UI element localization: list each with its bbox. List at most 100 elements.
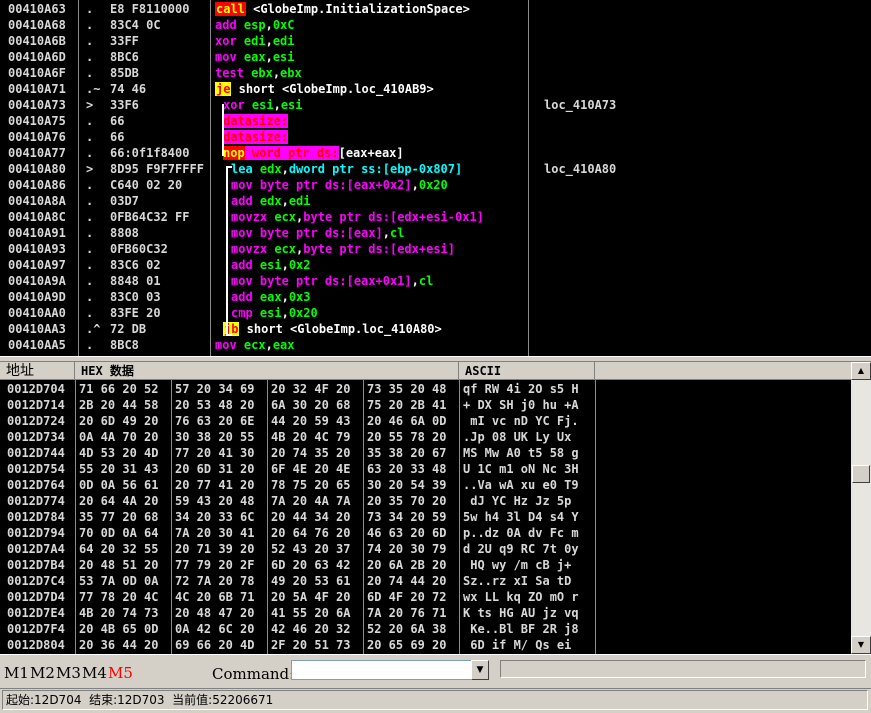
disasm-instruction[interactable]: jb short <GlobeImp.loc_410A80> <box>223 321 442 337</box>
disasm-address[interactable]: 00410AA0 <box>8 305 66 321</box>
m3-button[interactable]: M3 <box>56 664 81 682</box>
dump-row[interactable]: 0012D744 4D 53 20 4D 77 20 41 30 20 74 35 2… <box>0 445 851 461</box>
disasm-marker[interactable]: . <box>86 273 93 289</box>
disasm-comment[interactable]: loc_410A73 <box>544 97 616 113</box>
disasm-address[interactable]: 00410A93 <box>8 241 66 257</box>
dump-row[interactable]: 0012D724 20 6D 49 20 76 63 20 6E 44 20 59 4… <box>0 413 851 429</box>
disasm-hex-bytes[interactable]: 03D7 <box>110 193 139 209</box>
disasm-instruction[interactable]: mov byte ptr ds:[eax],cl <box>231 225 404 241</box>
m4-button[interactable]: M4 <box>82 664 107 682</box>
disasm-instruction[interactable]: mov eax,esi <box>215 49 295 65</box>
disasm-hex-bytes[interactable]: 66 <box>110 113 124 129</box>
disasm-marker[interactable]: . <box>86 113 93 129</box>
scroll-up-button[interactable]: ▲ <box>851 362 871 380</box>
disasm-address[interactable]: 00410A8A <box>8 193 66 209</box>
disasm-marker[interactable]: . <box>86 65 93 81</box>
disasm-hex-bytes[interactable]: 83C6 02 <box>110 257 161 273</box>
disasm-address[interactable]: 00410A80 <box>8 161 66 177</box>
disasm-hex-bytes[interactable]: 8848 01 <box>110 273 161 289</box>
disasm-hex-bytes[interactable]: 85DB <box>110 65 139 81</box>
disasm-instruction[interactable]: datasize: <box>223 129 289 145</box>
disasm-instruction[interactable]: movzx ecx,byte ptr ds:[edx+esi-0x1] <box>231 209 484 225</box>
disasm-hex-bytes[interactable]: 66 <box>110 129 124 145</box>
disasm-address[interactable]: 00410A91 <box>8 225 66 241</box>
disasm-address[interactable]: 00410A97 <box>8 257 66 273</box>
hex-dump-pane[interactable]: 地址 HEX 数据 ASCII 0012D704 71 66 20 52 57 20… <box>0 362 871 654</box>
disasm-address[interactable]: 00410A77 <box>8 145 66 161</box>
disasm-hex-bytes[interactable]: 74 46 <box>110 81 146 97</box>
disasm-hex-bytes[interactable]: 0FB60C32 <box>110 241 168 257</box>
disasm-marker[interactable]: . <box>86 129 93 145</box>
dump-row[interactable]: 0012D704 71 66 20 52 57 20 34 69 20 32 4F 2… <box>0 381 851 397</box>
disasm-hex-bytes[interactable]: 33FF <box>110 33 139 49</box>
dump-body[interactable]: 0012D704 71 66 20 52 57 20 34 69 20 32 4F 2… <box>0 380 851 654</box>
disasm-address[interactable]: 00410A68 <box>8 17 66 33</box>
disasm-marker[interactable]: . <box>86 305 93 321</box>
disasm-marker[interactable]: . <box>86 33 93 49</box>
disasm-address[interactable]: 00410AA5 <box>8 337 66 353</box>
disasm-instruction[interactable]: mov byte ptr ds:[eax+0x2],0x20 <box>231 177 448 193</box>
disasm-instruction[interactable]: lea edx,dword ptr ss:[ebp-0x807] <box>231 161 462 177</box>
disasm-marker[interactable]: . <box>86 289 93 305</box>
scroll-down-button[interactable]: ▼ <box>851 636 871 654</box>
disasm-hex-bytes[interactable]: 33F6 <box>110 97 139 113</box>
dump-row[interactable]: 0012D714 2B 20 44 58 20 53 48 20 6A 30 20 6… <box>0 397 851 413</box>
m2-button[interactable]: M2 <box>30 664 55 682</box>
disasm-hex-bytes[interactable]: 8D95 F9F7FFFF <box>110 161 204 177</box>
disasm-instruction[interactable]: call <GlobeImp.InitializationSpace> <box>215 1 470 17</box>
disasm-hex-bytes[interactable]: 66:0f1f8400 <box>110 145 189 161</box>
disasm-address[interactable]: 00410A71 <box>8 81 66 97</box>
disasm-instruction[interactable]: nop word ptr ds:[eax+eax] <box>223 145 404 161</box>
scroll-thumb[interactable] <box>852 465 870 483</box>
m5-button[interactable]: M5 <box>108 664 133 682</box>
disasm-marker[interactable]: .~ <box>86 81 100 97</box>
dump-row[interactable]: 0012D7B4 20 48 51 20 77 79 20 2F 6D 20 63 4… <box>0 557 851 573</box>
command-input[interactable] <box>291 660 477 680</box>
dump-row[interactable]: 0012D794 70 0D 0A 64 7A 20 30 41 20 64 76 2… <box>0 525 851 541</box>
dump-row[interactable]: 0012D7A4 64 20 32 55 20 71 39 20 52 43 20 3… <box>0 541 851 557</box>
disasm-marker[interactable]: . <box>86 337 93 353</box>
dump-row[interactable]: 0012D754 55 20 31 43 20 6D 31 20 6F 4E 20 4… <box>0 461 851 477</box>
disasm-instruction[interactable]: movzx ecx,byte ptr ds:[edx+esi] <box>231 241 455 257</box>
dump-row[interactable]: 0012D7F4 20 4B 65 0D 0A 42 6C 20 42 46 20 3… <box>0 621 851 637</box>
disasm-instruction[interactable]: xor edi,edi <box>215 33 295 49</box>
header-hex[interactable]: HEX 数据 <box>75 362 459 380</box>
disasm-instruction[interactable]: test ebx,ebx <box>215 65 302 81</box>
dump-row[interactable]: 0012D734 0A 4A 70 20 30 38 20 55 4B 20 4C 7… <box>0 429 851 445</box>
vertical-scrollbar[interactable]: ▲ ▼ <box>851 362 871 654</box>
disasm-marker[interactable]: . <box>86 241 93 257</box>
dump-row[interactable]: 0012D7C4 53 7A 0D 0A 72 7A 20 78 49 20 53 6… <box>0 573 851 589</box>
disasm-hex-bytes[interactable]: 8808 <box>110 225 139 241</box>
disasm-address[interactable]: 00410A75 <box>8 113 66 129</box>
disasm-hex-bytes[interactable]: 83C4 0C <box>110 17 161 33</box>
disasm-marker[interactable]: . <box>86 209 93 225</box>
disasm-address[interactable]: 00410A63 <box>8 1 66 17</box>
disasm-comment[interactable]: loc_410A80 <box>544 161 616 177</box>
disassembly-pane[interactable]: 00410A63. E8 F8110000 call <GlobeImp.Initi… <box>0 0 871 356</box>
disasm-marker[interactable]: . <box>86 145 93 161</box>
disasm-hex-bytes[interactable]: 8BC6 <box>110 49 139 65</box>
disasm-marker[interactable]: . <box>86 177 93 193</box>
disasm-marker[interactable]: . <box>86 193 93 209</box>
disasm-address[interactable]: 00410A86 <box>8 177 66 193</box>
disasm-instruction[interactable]: datasize: <box>223 113 289 129</box>
disasm-marker[interactable]: . <box>86 49 93 65</box>
disasm-marker[interactable]: .^ <box>86 321 100 337</box>
disasm-instruction[interactable]: add esp,0xC <box>215 17 295 33</box>
disasm-marker[interactable]: . <box>86 17 93 33</box>
disasm-marker[interactable]: . <box>86 1 93 17</box>
disasm-hex-bytes[interactable]: C640 02 20 <box>110 177 182 193</box>
disasm-hex-bytes[interactable]: E8 F8110000 <box>110 1 189 17</box>
disasm-address[interactable]: 00410A8C <box>8 209 66 225</box>
dump-row[interactable]: 0012D7E4 4B 20 74 73 20 48 47 20 41 55 20 6… <box>0 605 851 621</box>
disasm-address[interactable]: 00410A9A <box>8 273 66 289</box>
disasm-instruction[interactable]: add eax,0x3 <box>231 289 311 305</box>
disasm-hex-bytes[interactable]: 83FE 20 <box>110 305 161 321</box>
disasm-marker[interactable]: > <box>86 161 93 177</box>
disasm-instruction[interactable]: add esi,0x2 <box>231 257 311 273</box>
dump-row[interactable]: 0012D764 0D 0A 56 61 20 77 41 20 78 75 20 6… <box>0 477 851 493</box>
dump-row[interactable]: 0012D784 35 77 20 68 34 20 33 6C 20 44 34 2… <box>0 509 851 525</box>
command-dropdown-button[interactable]: ▼ <box>471 660 489 680</box>
disasm-address[interactable]: 00410AA3 <box>8 321 66 337</box>
disasm-address[interactable]: 00410A76 <box>8 129 66 145</box>
